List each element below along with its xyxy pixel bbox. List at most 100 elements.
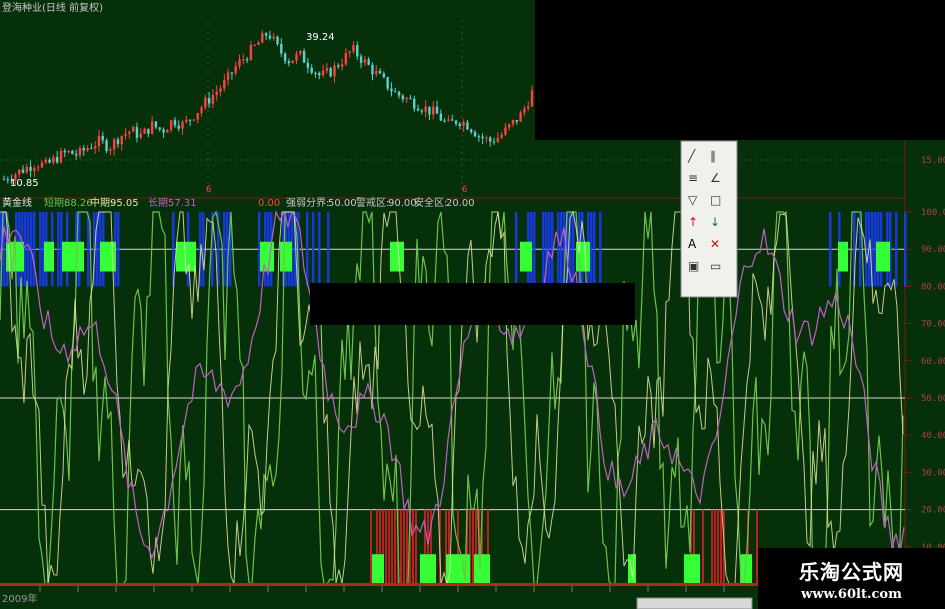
bottom-red-bar bbox=[711, 509, 713, 584]
candle-body bbox=[280, 43, 283, 54]
y-axis-label: 20.00 bbox=[921, 506, 945, 516]
candle-body bbox=[432, 106, 435, 115]
alert-band-bar bbox=[3, 212, 6, 287]
triangle-tool-icon[interactable]: ▽ bbox=[688, 193, 698, 207]
candle-body bbox=[371, 64, 374, 75]
candle-body bbox=[451, 119, 454, 121]
watermark-title: 乐淘公式网 bbox=[799, 559, 904, 584]
up-arrow-icon[interactable]: ↑ bbox=[688, 215, 698, 229]
candle-body bbox=[63, 150, 66, 153]
strong-weak-value: 50.00 bbox=[328, 198, 357, 209]
bottom-red-bar bbox=[403, 509, 405, 584]
candle-body bbox=[245, 59, 249, 61]
candle-body bbox=[21, 169, 25, 173]
alert-band-bar bbox=[87, 212, 90, 287]
low-price-label: 10.85 bbox=[10, 178, 39, 189]
alert-band-bar bbox=[312, 212, 315, 287]
frame-icon[interactable]: ▭ bbox=[710, 259, 721, 273]
candle-body bbox=[177, 125, 180, 129]
candle-body bbox=[78, 147, 82, 156]
zero-value: 0.00 bbox=[258, 198, 280, 209]
text-tool-icon[interactable]: A bbox=[688, 237, 697, 251]
candle-body bbox=[261, 33, 264, 43]
candle-body bbox=[135, 127, 139, 138]
line-tool-icon[interactable]: ╱ bbox=[687, 148, 696, 163]
candle-body bbox=[489, 137, 492, 142]
candle-body bbox=[508, 124, 511, 128]
candle-body bbox=[367, 59, 370, 65]
y-axis-label: 100.0 bbox=[921, 208, 945, 218]
candle-body bbox=[74, 154, 78, 156]
candle-body bbox=[439, 113, 443, 121]
candle-body bbox=[105, 140, 108, 151]
watermark-url: www.60lt.com bbox=[801, 586, 902, 602]
fan-tool-icon[interactable]: ∠ bbox=[710, 171, 721, 185]
candle-body bbox=[211, 95, 215, 104]
buy-signal-bar bbox=[260, 241, 274, 272]
candle-body bbox=[253, 44, 256, 46]
candle-body bbox=[428, 106, 431, 115]
bottom-red-bar bbox=[717, 509, 719, 584]
marker-6-right: 6 bbox=[462, 185, 467, 195]
bottom-green-bar bbox=[628, 554, 636, 584]
watermark: 乐淘公式网 www.60lt.com bbox=[758, 548, 945, 609]
y-axis-label: 50.00 bbox=[921, 394, 945, 404]
candle-body bbox=[424, 106, 427, 112]
candle-body bbox=[59, 150, 63, 163]
y-axis-label: 40.00 bbox=[921, 431, 945, 441]
channel-tool-icon[interactable]: ≡ bbox=[688, 171, 698, 185]
candle-body bbox=[2, 179, 6, 181]
indicator-name: 黄金线 bbox=[2, 196, 32, 209]
bottom-green-bar bbox=[474, 554, 490, 584]
alert-band-bar bbox=[39, 212, 42, 287]
down-arrow-icon[interactable]: ↓ bbox=[710, 215, 720, 229]
candle-body bbox=[17, 169, 21, 175]
y-axis-label: 30.00 bbox=[921, 468, 945, 478]
candle-body bbox=[363, 59, 367, 63]
candle-body bbox=[124, 133, 127, 136]
bottom-red-bar bbox=[472, 509, 474, 584]
candle-body bbox=[272, 36, 275, 39]
candle-body bbox=[71, 150, 74, 155]
delete-icon[interactable]: ✕ bbox=[710, 237, 720, 251]
candle-body bbox=[477, 136, 481, 138]
alert-band-bar bbox=[542, 212, 545, 287]
candle-body bbox=[257, 42, 260, 45]
candle-body bbox=[6, 179, 9, 181]
candle-body bbox=[86, 148, 89, 151]
candle-body bbox=[192, 119, 196, 121]
candle-body bbox=[147, 128, 150, 134]
candle-body bbox=[173, 120, 177, 126]
bottom-red-bar bbox=[370, 509, 372, 584]
candle-body bbox=[515, 119, 519, 122]
parallel-tool-icon[interactable]: ∥ bbox=[710, 149, 716, 163]
mini-window-button[interactable] bbox=[636, 597, 753, 609]
candle-body bbox=[359, 56, 363, 63]
mid-value: 95.05 bbox=[110, 198, 139, 209]
candle-body bbox=[405, 98, 408, 100]
alert-band-bar bbox=[117, 212, 120, 287]
alert-band-bar bbox=[590, 212, 593, 287]
bottom-red-bar bbox=[400, 509, 402, 584]
price-axis-label: 15.00 bbox=[921, 156, 945, 166]
marker-6-left: 6 bbox=[206, 185, 211, 195]
candle-body bbox=[473, 132, 477, 137]
rect-tool-icon[interactable]: □ bbox=[710, 193, 721, 207]
candle-body bbox=[109, 149, 112, 151]
y-axis-label: 60.00 bbox=[921, 357, 945, 367]
candle-body bbox=[55, 156, 59, 163]
alert-band-bar bbox=[548, 212, 551, 287]
buy-signal-bar bbox=[876, 241, 890, 272]
candle-body bbox=[196, 112, 199, 120]
candle-body bbox=[169, 120, 173, 130]
drawing-toolbar[interactable]: ╱ ∥ ≡ ∠ ▽ □ ↑ ↓ A ✕ ▣ ▭ bbox=[680, 140, 738, 298]
chart-title: 登海种业(日线 前复权) bbox=[2, 1, 103, 14]
candle-body bbox=[481, 136, 484, 139]
alert-band-bar bbox=[895, 212, 898, 287]
bottom-red-bar bbox=[702, 509, 704, 584]
candle-body bbox=[268, 35, 272, 39]
bottom-signal-bars bbox=[370, 509, 758, 584]
bottom-red-bar bbox=[714, 509, 716, 584]
short-value: 88.26 bbox=[64, 198, 93, 209]
save-icon[interactable]: ▣ bbox=[688, 259, 699, 273]
